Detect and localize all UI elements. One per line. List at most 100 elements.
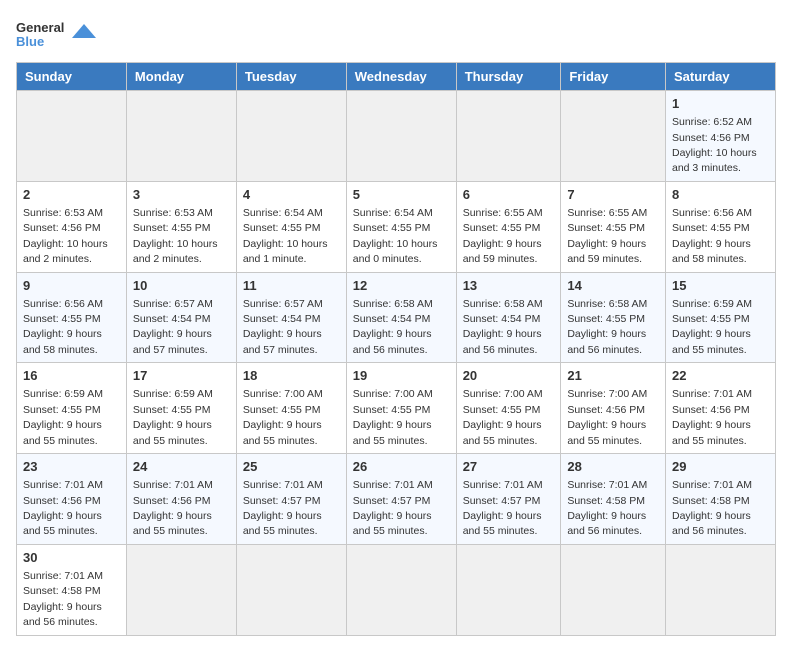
calendar-table: SundayMondayTuesdayWednesdayThursdayFrid… [16, 62, 776, 636]
calendar-day-cell [666, 544, 776, 635]
calendar-week-row: 23Sunrise: 7:01 AM Sunset: 4:56 PM Dayli… [17, 454, 776, 545]
day-info: Sunrise: 7:01 AM Sunset: 4:56 PM Dayligh… [672, 388, 752, 446]
day-number: 20 [463, 367, 555, 385]
day-info: Sunrise: 7:00 AM Sunset: 4:55 PM Dayligh… [353, 388, 433, 446]
calendar-day-cell: 22 Sunrise: 7:01 AM Sunset: 4:56 PM Dayli… [666, 363, 776, 454]
calendar-day-cell: 6 Sunrise: 6:55 AM Sunset: 4:55 PM Daylig… [456, 181, 561, 272]
calendar-day-cell [346, 544, 456, 635]
calendar-body: 1Sunrise: 6:52 AM Sunset: 4:56 PM Daylig… [17, 91, 776, 636]
calendar-day-cell: 5 Sunrise: 6:54 AM Sunset: 4:55 PM Daylig… [346, 181, 456, 272]
day-number: 21 [567, 367, 659, 385]
calendar-week-row: 2 Sunrise: 6:53 AM Sunset: 4:56 PM Daylig… [17, 181, 776, 272]
day-info: Sunrise: 6:59 AM Sunset: 4:55 PM Dayligh… [672, 298, 752, 356]
day-info: Sunrise: 6:58 AM Sunset: 4:55 PM Dayligh… [567, 298, 647, 356]
calendar-day-cell: 11 Sunrise: 6:57 AM Sunset: 4:54 PM Dayli… [236, 272, 346, 363]
day-info: Sunrise: 7:01 AM Sunset: 4:58 PM Dayligh… [672, 479, 752, 537]
weekday-header-sunday: Sunday [17, 63, 127, 91]
day-info: Sunrise: 6:58 AM Sunset: 4:54 PM Dayligh… [353, 298, 433, 356]
calendar-week-row: 9Sunrise: 6:56 AM Sunset: 4:55 PM Daylig… [17, 272, 776, 363]
day-info: Sunrise: 6:58 AM Sunset: 4:54 PM Dayligh… [463, 298, 543, 356]
svg-text:General: General [16, 20, 64, 35]
day-number: 2 [23, 186, 120, 204]
day-info: Sunrise: 6:55 AM Sunset: 4:55 PM Dayligh… [463, 207, 543, 265]
calendar-day-cell [561, 91, 666, 182]
day-number: 4 [243, 186, 340, 204]
day-number: 24 [133, 458, 230, 476]
day-number: 29 [672, 458, 769, 476]
calendar-day-cell [236, 544, 346, 635]
day-info: Sunrise: 7:01 AM Sunset: 4:57 PM Dayligh… [243, 479, 323, 537]
day-number: 11 [243, 277, 340, 295]
weekday-header-saturday: Saturday [666, 63, 776, 91]
calendar-day-cell: 23Sunrise: 7:01 AM Sunset: 4:56 PM Dayli… [17, 454, 127, 545]
calendar-week-row: 1Sunrise: 6:52 AM Sunset: 4:56 PM Daylig… [17, 91, 776, 182]
day-number: 3 [133, 186, 230, 204]
day-info: Sunrise: 7:00 AM Sunset: 4:56 PM Dayligh… [567, 388, 647, 446]
day-number: 14 [567, 277, 659, 295]
calendar-day-cell: 27Sunrise: 7:01 AM Sunset: 4:57 PM Dayli… [456, 454, 561, 545]
day-number: 10 [133, 277, 230, 295]
day-number: 1 [672, 95, 769, 113]
weekday-header-tuesday: Tuesday [236, 63, 346, 91]
day-info: Sunrise: 6:53 AM Sunset: 4:56 PM Dayligh… [23, 207, 108, 265]
day-number: 13 [463, 277, 555, 295]
day-info: Sunrise: 7:00 AM Sunset: 4:55 PM Dayligh… [463, 388, 543, 446]
logo-svg: General Blue [16, 16, 106, 54]
day-number: 5 [353, 186, 450, 204]
calendar-day-cell: 26 Sunrise: 7:01 AM Sunset: 4:57 PM Dayli… [346, 454, 456, 545]
day-info: Sunrise: 6:57 AM Sunset: 4:54 PM Dayligh… [243, 298, 323, 356]
day-number: 18 [243, 367, 340, 385]
day-info: Sunrise: 6:56 AM Sunset: 4:55 PM Dayligh… [672, 207, 752, 265]
calendar-day-cell: 24 Sunrise: 7:01 AM Sunset: 4:56 PM Dayli… [126, 454, 236, 545]
weekday-header-row: SundayMondayTuesdayWednesdayThursdayFrid… [17, 63, 776, 91]
calendar-day-cell: 17 Sunrise: 6:59 AM Sunset: 4:55 PM Dayli… [126, 363, 236, 454]
calendar-day-cell: 29 Sunrise: 7:01 AM Sunset: 4:58 PM Dayli… [666, 454, 776, 545]
calendar-week-row: 16 Sunrise: 6:59 AM Sunset: 4:55 PM Dayli… [17, 363, 776, 454]
day-number: 16 [23, 367, 120, 385]
calendar-day-cell [126, 544, 236, 635]
calendar-day-cell: 14 Sunrise: 6:58 AM Sunset: 4:55 PM Dayli… [561, 272, 666, 363]
calendar-day-cell [456, 91, 561, 182]
day-info: Sunrise: 6:54 AM Sunset: 4:55 PM Dayligh… [353, 207, 438, 265]
day-number: 17 [133, 367, 230, 385]
weekday-header-friday: Friday [561, 63, 666, 91]
day-info: Sunrise: 6:53 AM Sunset: 4:55 PM Dayligh… [133, 207, 218, 265]
calendar-day-cell: 28Sunrise: 7:01 AM Sunset: 4:58 PM Dayli… [561, 454, 666, 545]
day-number: 22 [672, 367, 769, 385]
day-info: Sunrise: 7:01 AM Sunset: 4:56 PM Dayligh… [23, 479, 103, 537]
svg-text:Blue: Blue [16, 34, 44, 49]
calendar-day-cell: 4 Sunrise: 6:54 AM Sunset: 4:55 PM Daylig… [236, 181, 346, 272]
day-info: Sunrise: 7:01 AM Sunset: 4:56 PM Dayligh… [133, 479, 213, 537]
calendar-header: SundayMondayTuesdayWednesdayThursdayFrid… [17, 63, 776, 91]
calendar-day-cell: 21 Sunrise: 7:00 AM Sunset: 4:56 PM Dayli… [561, 363, 666, 454]
day-number: 30 [23, 549, 120, 567]
logo: General Blue [16, 16, 106, 54]
day-number: 25 [243, 458, 340, 476]
day-info: Sunrise: 6:55 AM Sunset: 4:55 PM Dayligh… [567, 207, 647, 265]
day-number: 26 [353, 458, 450, 476]
day-info: Sunrise: 6:57 AM Sunset: 4:54 PM Dayligh… [133, 298, 213, 356]
page-header: General Blue [16, 16, 776, 54]
day-number: 6 [463, 186, 555, 204]
day-number: 12 [353, 277, 450, 295]
day-info: Sunrise: 6:59 AM Sunset: 4:55 PM Dayligh… [133, 388, 213, 446]
calendar-day-cell [236, 91, 346, 182]
calendar-day-cell: 13 Sunrise: 6:58 AM Sunset: 4:54 PM Dayli… [456, 272, 561, 363]
calendar-day-cell: 7Sunrise: 6:55 AM Sunset: 4:55 PM Daylig… [561, 181, 666, 272]
calendar-day-cell: 30 Sunrise: 7:01 AM Sunset: 4:58 PM Dayli… [17, 544, 127, 635]
calendar-day-cell: 20 Sunrise: 7:00 AM Sunset: 4:55 PM Dayli… [456, 363, 561, 454]
day-info: Sunrise: 6:54 AM Sunset: 4:55 PM Dayligh… [243, 207, 328, 265]
calendar-day-cell: 3 Sunrise: 6:53 AM Sunset: 4:55 PM Daylig… [126, 181, 236, 272]
weekday-header-monday: Monday [126, 63, 236, 91]
calendar-day-cell: 10 Sunrise: 6:57 AM Sunset: 4:54 PM Dayli… [126, 272, 236, 363]
weekday-header-thursday: Thursday [456, 63, 561, 91]
calendar-day-cell: 8Sunrise: 6:56 AM Sunset: 4:55 PM Daylig… [666, 181, 776, 272]
day-info: Sunrise: 7:01 AM Sunset: 4:57 PM Dayligh… [353, 479, 433, 537]
calendar-day-cell: 2 Sunrise: 6:53 AM Sunset: 4:56 PM Daylig… [17, 181, 127, 272]
day-number: 19 [353, 367, 450, 385]
day-info: Sunrise: 7:01 AM Sunset: 4:58 PM Dayligh… [567, 479, 647, 537]
day-info: Sunrise: 7:01 AM Sunset: 4:58 PM Dayligh… [23, 570, 103, 628]
weekday-header-wednesday: Wednesday [346, 63, 456, 91]
day-number: 27 [463, 458, 555, 476]
day-info: Sunrise: 6:59 AM Sunset: 4:55 PM Dayligh… [23, 388, 103, 446]
